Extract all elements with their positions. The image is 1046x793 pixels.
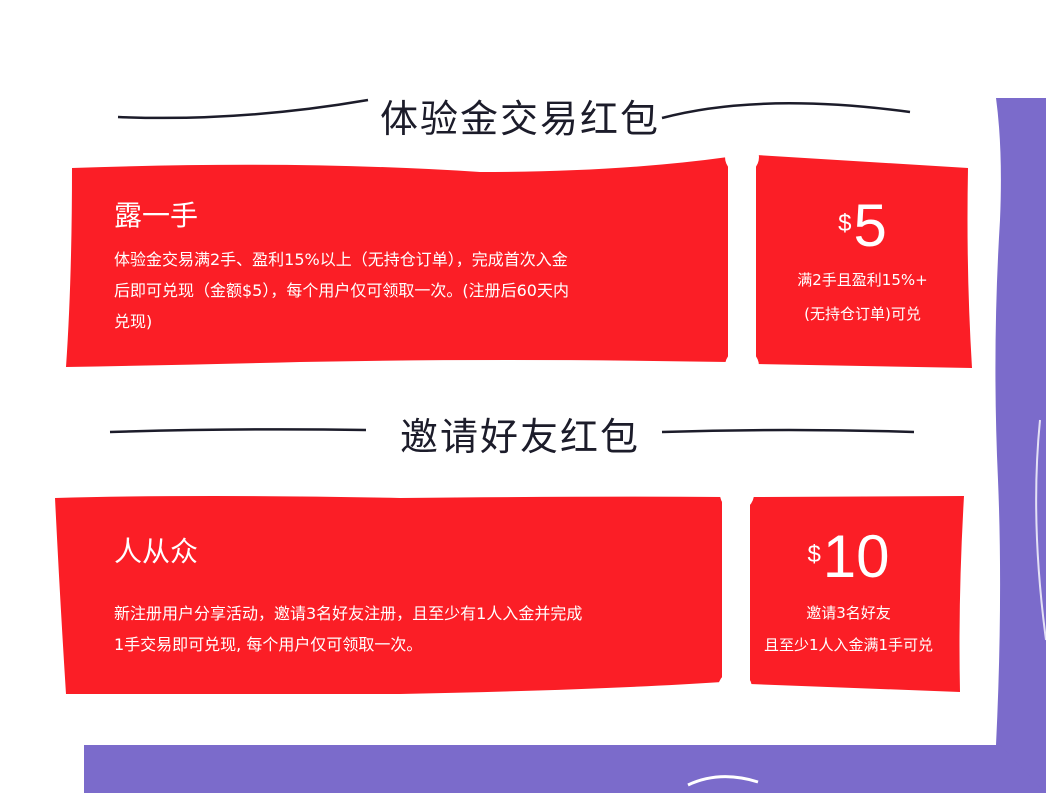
title-line-left-2 bbox=[109, 428, 367, 434]
desc-line: 体验金交易满2手、盈利15%以上（无持仓订单），完成首次入金 bbox=[114, 250, 568, 269]
amount-display: $10 bbox=[746, 527, 951, 587]
section-title-trial: 体验金交易红包 bbox=[380, 97, 661, 141]
card-heading: 露一手 bbox=[114, 199, 199, 232]
condition-line: 邀请3名好友 bbox=[806, 604, 891, 622]
currency-symbol: $ bbox=[807, 541, 821, 568]
condition-line: (无持仓订单)可兑 bbox=[804, 305, 921, 323]
condition-line: 且至少1人入金满1手可兑 bbox=[763, 636, 934, 654]
title-line-right-1 bbox=[661, 102, 911, 120]
amount-display: $5 bbox=[760, 196, 965, 256]
card-description: 新注册用户分享活动，邀请3名好友注册，且至少有1人入金并完成 1手交易即可兑现,… bbox=[114, 598, 582, 660]
desc-line: 兑现) bbox=[114, 312, 153, 331]
card1-right-shape bbox=[756, 155, 972, 368]
card-heading: 人从众 bbox=[114, 535, 199, 568]
card2-divider bbox=[734, 504, 740, 677]
currency-symbol: $ bbox=[838, 210, 852, 237]
title-line-right-2 bbox=[661, 428, 915, 434]
purple-frame-bottom bbox=[84, 745, 1046, 793]
condition-line: 满2手且盈利15%+ bbox=[797, 271, 928, 289]
title-line-left-1 bbox=[117, 98, 369, 120]
purple-frame-right bbox=[984, 98, 1046, 793]
card-description: 体验金交易满2手、盈利15%以上（无持仓订单），完成首次入金 后即可兑现（金额$… bbox=[114, 244, 569, 337]
card2-left-shape bbox=[55, 496, 722, 694]
amount-value: 5 bbox=[853, 192, 887, 259]
section-title-invite: 邀请好友红包 bbox=[400, 415, 641, 459]
desc-line: 1手交易即可兑现, 每个用户仅可领取一次。 bbox=[114, 635, 423, 654]
amount-value: 10 bbox=[822, 523, 890, 590]
desc-line: 新注册用户分享活动，邀请3名好友注册，且至少有1人入金并完成 bbox=[114, 604, 583, 623]
card1-divider bbox=[740, 167, 743, 357]
desc-line: 后即可兑现（金额$5），每个用户仅可领取一次。(注册后60天内 bbox=[114, 281, 569, 300]
